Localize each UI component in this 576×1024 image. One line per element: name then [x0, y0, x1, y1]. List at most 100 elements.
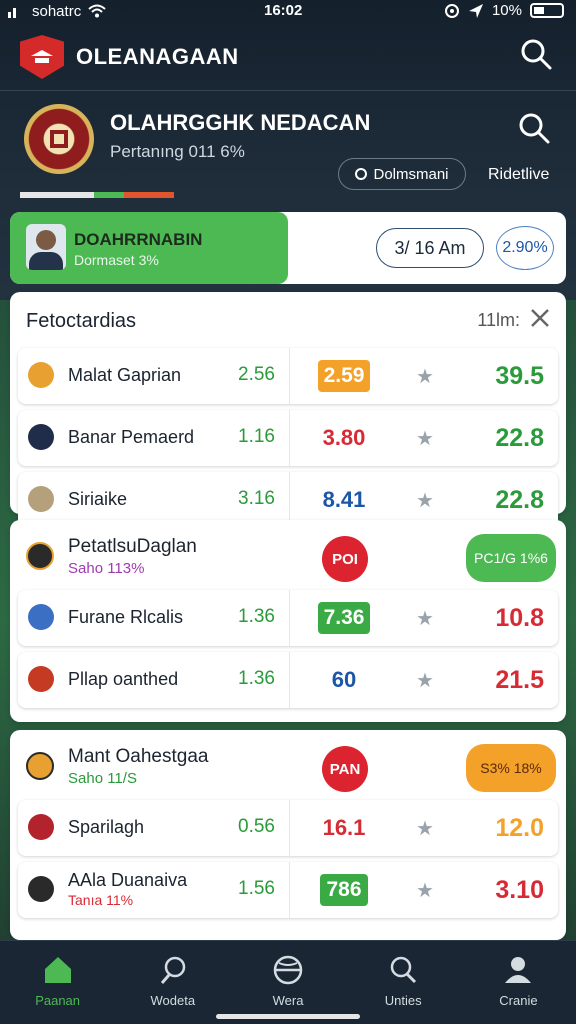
filter-pill[interactable]: Dolmsmani: [338, 158, 466, 190]
radio-icon: [355, 168, 368, 180]
avatar-body: [29, 252, 63, 270]
team-name: Banar Pemaerd: [68, 427, 195, 447]
group-subtitle: Saho 113%: [68, 560, 145, 577]
app-logo[interactable]: [20, 35, 64, 79]
strip-segment: [20, 192, 60, 198]
group-pill-button[interactable]: PC1/G 1%6: [466, 534, 556, 582]
section-rows: Malat Gaprian 2.56 2.59 ★ 39.5 Banar Pemaerd 1…: [10, 348, 566, 528]
row-total-value: 3.10: [495, 876, 544, 904]
row-score-badge[interactable]: 16.1: [323, 815, 366, 841]
app-header: OLEANAGAAN: [0, 26, 576, 88]
group-crest-icon: [26, 752, 54, 780]
row-badge-cell: 3.80: [314, 410, 374, 466]
table-row[interactable]: Pllap oanthed 1.36 60 ★ 21.5: [18, 652, 558, 708]
nav-item-cranie[interactable]: Cranie: [461, 941, 576, 1024]
row-odds-value: 2.56: [238, 364, 275, 385]
row-total-value: 12.0: [495, 814, 544, 842]
row-odds-value: 1.16: [238, 426, 275, 447]
row-badge-cell: 16.1: [314, 800, 374, 856]
navigation-icon: [468, 3, 483, 18]
row-total-value: 39.5: [495, 362, 544, 390]
club-subtitle: Pertanıng 011 6%: [110, 142, 245, 161]
favorite-icon[interactable]: ★: [416, 426, 438, 450]
table-row[interactable]: Furane Rlcalis 1.36 7.36 ★ 10.8: [18, 590, 558, 646]
group-title: PetatlsuDaglan: [68, 536, 197, 557]
team-name: Pllap oanthed: [68, 669, 179, 689]
nav-item-home[interactable]: Paanan: [0, 941, 115, 1024]
row-badge-cell: 2.59: [314, 348, 374, 404]
nav-label: Cranie: [499, 993, 538, 1008]
nav-label: Unties: [384, 993, 422, 1008]
group-badge[interactable]: POI: [322, 536, 368, 582]
favorite-icon[interactable]: ★: [416, 606, 438, 630]
row-score-badge[interactable]: 3.80: [323, 425, 366, 451]
row-total-value: 22.8: [495, 424, 544, 452]
club-crest[interactable]: [24, 104, 94, 174]
rocket-icon: [160, 956, 186, 984]
group-badge[interactable]: PAN: [322, 746, 368, 792]
wifi-icon: [88, 4, 106, 18]
section-rows: Sparilagh 0.56 16.1 ★ 12.0 AAla Duanaiva Tanıa…: [10, 800, 566, 918]
search-icon[interactable]: [518, 36, 554, 72]
nav-item-wodeta[interactable]: Wodeta: [115, 941, 230, 1024]
avatar: [26, 224, 66, 270]
team-subtitle: Tanıa 11%: [68, 892, 134, 908]
section-mant-oahestgaa: Mant Oahestgaa Saho 11/S PAN S3% 18% Spa…: [10, 730, 566, 940]
featured-time-button[interactable]: 3/ 16 Am: [376, 228, 484, 268]
live-link[interactable]: Ridetlive: [488, 166, 549, 184]
row-score-badge[interactable]: 2.59: [317, 360, 371, 392]
featured-card[interactable]: DOAHRRNABIN Dormaset 3% 3/ 16 Am 2.90%: [10, 212, 566, 284]
row-team-cell: Furane Rlcalis 1.36: [18, 590, 290, 646]
team-name: Malat Gaprian: [68, 365, 182, 385]
row-badge-cell: 786: [314, 862, 374, 918]
user-icon: [505, 957, 532, 983]
nav-item-wera[interactable]: Wera: [230, 941, 345, 1024]
favorite-icon[interactable]: ★: [416, 488, 438, 512]
featured-percent-badge[interactable]: 2.90%: [496, 226, 554, 270]
row-score-badge[interactable]: 60: [332, 667, 356, 693]
favorite-icon[interactable]: ★: [416, 364, 438, 388]
section-title: Fetoctardias: [26, 310, 137, 332]
featured-name: DOAHRRNABIN: [74, 230, 203, 249]
favorite-icon[interactable]: ★: [416, 816, 438, 840]
table-row[interactable]: AAla Duanaiva Tanıa 11% 1.56 786 ★ 3.10: [18, 862, 558, 918]
row-odds-value: 1.36: [238, 606, 275, 627]
row-score-badge[interactable]: 786: [320, 874, 368, 906]
home-icon: [44, 957, 71, 983]
header-divider: [0, 90, 576, 91]
row-badge-cell: 7.36: [314, 590, 374, 646]
group-subtitle: Saho 11/S: [68, 770, 137, 787]
section-header: Fetoctardias 11lm:: [10, 292, 566, 348]
team-crest-icon: [28, 876, 54, 902]
club-name: OLAHRGGHK NEDACAN: [110, 110, 371, 135]
nav-item-unties[interactable]: Unties: [346, 941, 461, 1024]
section-rows: Furane Rlcalis 1.36 7.36 ★ 10.8 Pllap oanthed…: [10, 590, 566, 708]
group-crest-icon: [26, 542, 54, 570]
table-row[interactable]: Sparilagh 0.56 16.1 ★ 12.0: [18, 800, 558, 856]
row-total-value: 21.5: [495, 666, 544, 694]
battery-icon: [530, 3, 564, 18]
search-icon[interactable]: [516, 110, 552, 146]
team-crest-icon: [28, 814, 54, 840]
favorite-icon[interactable]: ★: [416, 668, 438, 692]
team-name: Sparilagh: [68, 817, 145, 837]
clock: 16:02: [264, 2, 303, 19]
group-title: Mant Oahestgaa: [68, 746, 209, 767]
nav-label: Wodeta: [150, 993, 196, 1008]
status-bar: sohatrc 16:02 10%: [0, 0, 576, 22]
row-odds-value: 1.36: [238, 668, 275, 689]
row-score-badge[interactable]: 7.36: [317, 602, 371, 634]
favorite-icon[interactable]: ★: [416, 878, 438, 902]
section-fetoctardias: Fetoctardias 11lm: Malat Gaprian 2.56 2.59…: [10, 292, 566, 528]
home-indicator: [216, 1014, 360, 1019]
row-odds-value: 3.16: [238, 488, 275, 509]
close-icon[interactable]: [528, 306, 552, 330]
strip-segment: [124, 192, 174, 198]
team-name: AAla Duanaiva: [68, 870, 188, 890]
row-badge-cell: 60: [314, 652, 374, 708]
row-score-badge[interactable]: 8.41: [323, 487, 366, 513]
carrier-name: sohatrc: [32, 2, 82, 20]
group-pill-button[interactable]: S3% 18%: [466, 744, 556, 792]
table-row[interactable]: Malat Gaprian 2.56 2.59 ★ 39.5: [18, 348, 558, 404]
table-row[interactable]: Banar Pemaerd 1.16 3.80 ★ 22.8: [18, 410, 558, 466]
